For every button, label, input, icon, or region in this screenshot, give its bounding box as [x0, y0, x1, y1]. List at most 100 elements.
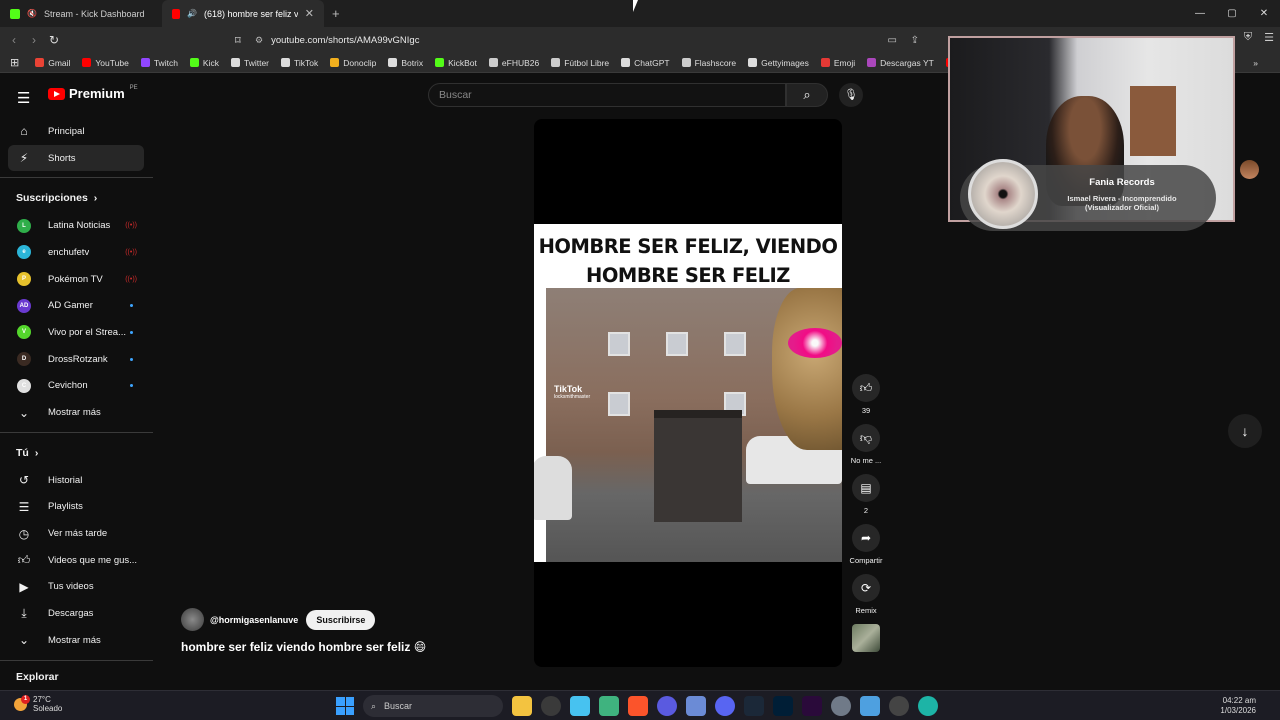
- steam-icon[interactable]: [744, 696, 764, 716]
- bookmark-label: Twitch: [153, 57, 178, 68]
- you-header[interactable]: Tú ›: [0, 439, 153, 467]
- obs-icon[interactable]: [541, 696, 561, 716]
- bookmark-item[interactable]: Gmail: [29, 58, 76, 68]
- sound-thumbnail[interactable]: [852, 624, 880, 652]
- bookmark-item[interactable]: TikTok: [275, 58, 324, 68]
- reload-icon[interactable]: ↻: [44, 33, 64, 47]
- voice-search-button[interactable]: 🎙: [839, 83, 863, 107]
- like-button[interactable]: 👍︎ 39: [848, 374, 884, 415]
- comment-icon: ▤: [852, 474, 880, 502]
- comments-button[interactable]: ▤ 2: [848, 474, 884, 515]
- sidebar-item-shorts[interactable]: ⚡ Shorts: [8, 144, 144, 172]
- sidebar-item-download[interactable]: ⤓ Descargas: [0, 600, 145, 627]
- system-clock[interactable]: 04:22 am 1/03/2026: [1220, 696, 1256, 716]
- sidebar-channel[interactable]: V Vivo por el Strea...: [0, 319, 145, 346]
- youtube-premium-logo[interactable]: Premium PE: [48, 85, 138, 101]
- close-tab-icon[interactable]: ✕: [305, 7, 314, 20]
- sidebar-channel[interactable]: D DrossRotzank: [0, 346, 145, 373]
- calculator-icon[interactable]: [686, 696, 706, 716]
- sidebar-channel[interactable]: C Cevichon: [0, 373, 145, 400]
- bookmark-item[interactable]: Twitter: [225, 58, 275, 68]
- app-icon[interactable]: [599, 696, 619, 716]
- dislike-icon: 👎︎: [852, 424, 880, 452]
- settings-icon[interactable]: [831, 696, 851, 716]
- brave-shield-icon[interactable]: ⛨: [1244, 31, 1252, 44]
- windows-start-icon[interactable]: [336, 697, 354, 715]
- photoshop-icon[interactable]: [773, 696, 793, 716]
- weather-widget[interactable]: 1 27°C Soleado: [14, 694, 62, 713]
- bookmark-item[interactable]: Emoji: [815, 58, 861, 68]
- notepad-icon[interactable]: [860, 696, 880, 716]
- sidebar-channel[interactable]: e enchufetv ((•)): [0, 239, 145, 266]
- subscriptions-header[interactable]: Suscripciones ›: [0, 184, 153, 212]
- address-bar[interactable]: ⌑ ⚙ youtube.com/shorts/AMA99vGNIgc ▭ ⇪: [235, 30, 945, 50]
- bookmark-item[interactable]: Descargas YT: [861, 58, 940, 68]
- maximize-icon[interactable]: ▢: [1216, 0, 1248, 27]
- channel-avatar[interactable]: [181, 608, 204, 631]
- tab-youtube-short[interactable]: 🔊 (618) hombre ser feliz viendo ✕: [162, 0, 324, 27]
- more-bookmarks-icon[interactable]: »: [1247, 58, 1264, 68]
- bookmark-item[interactable]: Flashscore: [676, 58, 743, 68]
- site-info-icon[interactable]: ⚙: [255, 35, 263, 46]
- bookmark-item[interactable]: eFHUB26: [483, 58, 545, 68]
- sidebar-item-principal[interactable]: ⌂ Principal: [0, 118, 145, 145]
- media-player-icon[interactable]: [889, 696, 909, 716]
- guide-menu-icon[interactable]: ☰: [17, 89, 30, 107]
- bookmark-item[interactable]: Donoclip: [324, 58, 382, 68]
- app-icon[interactable]: [657, 696, 677, 716]
- subscribe-button[interactable]: Suscribirse: [306, 609, 376, 630]
- back-icon[interactable]: ‹: [4, 33, 24, 47]
- show-more-you[interactable]: ⌄ Mostrar más: [0, 627, 145, 654]
- cast-icon[interactable]: ▭: [888, 35, 897, 46]
- clock-icon: ◷: [18, 526, 30, 541]
- bookmark-item[interactable]: Twitch: [135, 58, 184, 68]
- premiere-icon[interactable]: [802, 696, 822, 716]
- bookmark-item[interactable]: YouTube: [76, 58, 134, 68]
- share-button[interactable]: ➦ Compartir: [848, 524, 884, 565]
- search-button[interactable]: ⌕: [786, 83, 828, 107]
- taskbar-search[interactable]: ⌕ Buscar: [363, 695, 503, 717]
- bookmark-label: Fútbol Libre: [564, 57, 610, 68]
- bookmark-favicon-icon: [230, 58, 240, 67]
- sidebar-item-history[interactable]: ↺ Historial: [0, 467, 145, 494]
- sidebar-item-playlist[interactable]: ☰ Playlists: [0, 494, 145, 521]
- bookmark-item[interactable]: Fútbol Libre: [545, 58, 615, 68]
- youtube-play-icon: [48, 87, 65, 100]
- bookmark-item[interactable]: Kick: [184, 58, 225, 68]
- sidebar-channel[interactable]: AD AD Gamer: [0, 292, 145, 319]
- avatar[interactable]: [1240, 160, 1259, 179]
- sidebar-item-clock[interactable]: ◷ Ver más tarde: [0, 520, 145, 547]
- close-window-icon[interactable]: ✕: [1248, 0, 1280, 27]
- brave-icon[interactable]: [628, 696, 648, 716]
- bookmark-item[interactable]: KickBot: [429, 58, 483, 68]
- minimize-icon[interactable]: —: [1184, 0, 1216, 27]
- apps-icon[interactable]: ⊞: [0, 56, 29, 69]
- bookmark-icon[interactable]: ⌑: [235, 34, 241, 47]
- sidebar-item-video[interactable]: ▶ Tus videos: [0, 574, 145, 601]
- share-page-icon[interactable]: ⇪: [911, 35, 919, 46]
- sidebar-item-like[interactable]: 👍︎ Videos que me gus...: [0, 547, 145, 574]
- search-input[interactable]: Buscar: [428, 83, 786, 107]
- edge-icon[interactable]: [918, 696, 938, 716]
- new-tab-icon[interactable]: +: [332, 6, 340, 21]
- forward-icon[interactable]: ›: [24, 33, 44, 47]
- sidebar-channel[interactable]: P Pokémon TV ((•)): [0, 266, 145, 293]
- short-video-player[interactable]: HOMBRE SER FELIZ, VIENDO HOMBRE SER FELI…: [534, 119, 842, 667]
- bookmark-label: Kick: [202, 57, 219, 68]
- discord-icon[interactable]: [715, 696, 735, 716]
- show-more-subscriptions[interactable]: ⌄ Mostrar más: [0, 399, 145, 426]
- bookmark-item[interactable]: Gettyimages: [742, 58, 815, 68]
- file-explorer-icon[interactable]: [512, 696, 532, 716]
- tab-kick-dashboard[interactable]: 🔇 Stream - Kick Dashboard: [0, 0, 162, 27]
- channel-name[interactable]: @hormigasenlanuve: [210, 615, 298, 625]
- app-icon[interactable]: [570, 696, 590, 716]
- bookmark-favicon-icon: [435, 58, 445, 67]
- bookmark-item[interactable]: Botrix: [382, 58, 429, 68]
- bookmark-item[interactable]: ChatGPT: [615, 58, 675, 68]
- sidebar-channel[interactable]: L Latina Noticias ((•)): [0, 212, 145, 239]
- dislike-button[interactable]: 👎︎ No me ...: [848, 424, 884, 465]
- menu-icon[interactable]: ☰: [1264, 31, 1274, 44]
- remix-button[interactable]: ⟳ Remix: [848, 574, 884, 615]
- video-scene: TikTok locksmithmaster: [534, 288, 842, 562]
- next-short-button[interactable]: ↓: [1228, 414, 1262, 448]
